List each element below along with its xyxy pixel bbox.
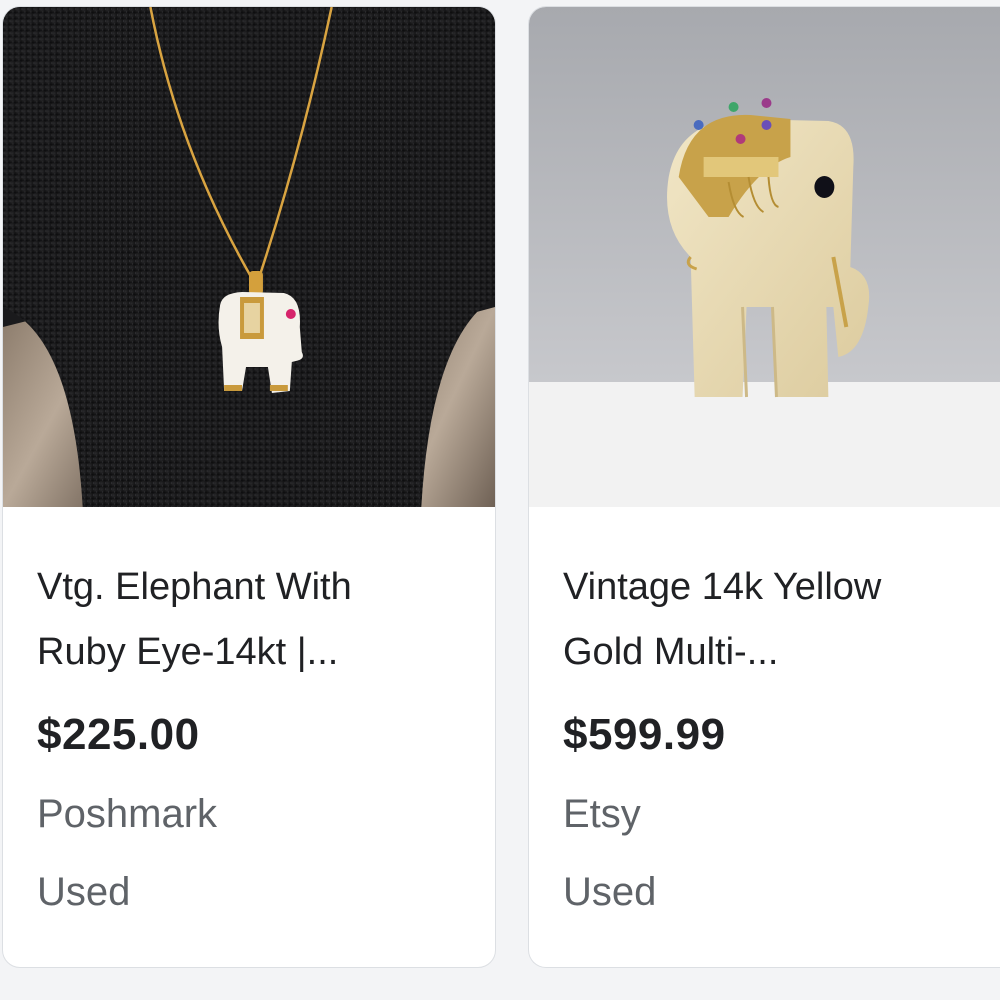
product-title-line-2: Gold Multi-... <box>563 631 779 673</box>
product-seller: Poshmark <box>37 792 218 836</box>
product-condition: Used <box>37 870 131 914</box>
product-info: Vtg. Elephant With Ruby Eye-14kt |... $2… <box>37 555 475 919</box>
product-card-elephant-necklace[interactable]: Vtg. Elephant With Ruby Eye-14kt |... $2… <box>2 6 496 968</box>
product-title-line-2: Ruby Eye-14kt |... <box>37 631 339 673</box>
product-image[interactable] <box>3 7 495 507</box>
product-title-line-1: Vintage 14k Yellow <box>563 566 882 608</box>
product-condition: Used <box>563 870 657 914</box>
elephant-necklace-photo-icon <box>3 7 495 507</box>
product-price: $599.99 <box>563 710 726 759</box>
product-title[interactable]: Vtg. Elephant With Ruby Eye-14kt |... <box>37 555 475 685</box>
elephant-brooch-photo-icon <box>529 7 1000 507</box>
shopping-results-grid: Vtg. Elephant With Ruby Eye-14kt |... $2… <box>0 0 1000 1000</box>
product-image[interactable] <box>529 7 1000 507</box>
product-seller: Etsy <box>563 792 641 836</box>
product-card-elephant-brooch[interactable]: Vintage 14k Yellow Gold Multi-... $599.9… <box>528 6 1000 968</box>
product-title[interactable]: Vintage 14k Yellow Gold Multi-... <box>563 555 980 685</box>
product-info: Vintage 14k Yellow Gold Multi-... $599.9… <box>563 555 980 919</box>
product-title-line-1: Vtg. Elephant With <box>37 566 352 608</box>
product-price: $225.00 <box>37 710 200 759</box>
